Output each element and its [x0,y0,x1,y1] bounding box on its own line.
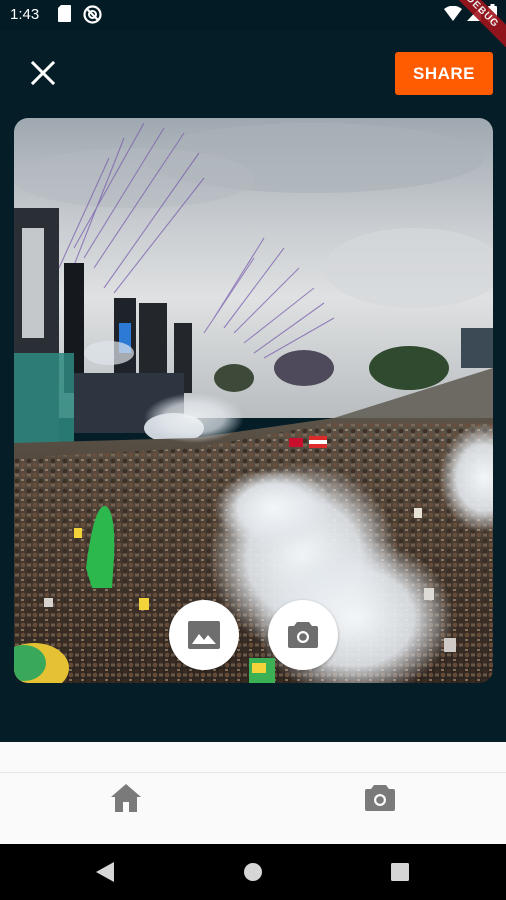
bottom-panel [0,742,506,844]
image-icon [188,621,220,649]
system-navigation-bar [0,844,506,900]
share-button[interactable]: SHARE [395,52,493,95]
nav-camera-tab[interactable] [360,780,400,816]
photo-preview [14,118,493,683]
share-screen: 1:43 DEBUG SHARE [0,0,506,900]
gallery-button[interactable] [169,600,239,670]
status-time: 1:43 [10,6,40,23]
sd-card-icon [58,5,71,22]
close-button[interactable] [22,52,64,94]
system-recents-button[interactable] [388,860,412,884]
festival-photo [14,118,493,683]
back-icon [96,862,114,882]
system-home-button[interactable] [241,860,265,884]
home-icon [111,784,141,812]
camera-icon [288,622,318,648]
close-icon [30,60,56,86]
recents-icon [391,863,409,881]
home-circle-icon [244,863,262,881]
system-back-button[interactable] [93,860,117,884]
do-not-disturb-icon [83,5,102,24]
wifi-icon [444,6,462,21]
status-bar: 1:43 [0,0,506,30]
nav-home-tab[interactable] [106,780,146,816]
camera-icon [365,785,395,811]
camera-button[interactable] [268,600,338,670]
bottom-divider [0,772,506,773]
